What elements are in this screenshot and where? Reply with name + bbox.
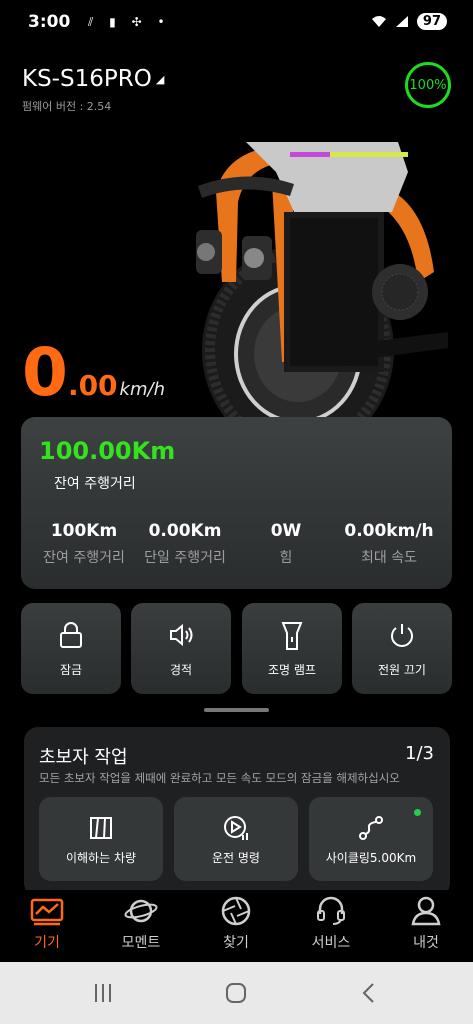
stat-value: 100Km bbox=[50, 521, 118, 541]
route-icon bbox=[359, 816, 383, 840]
planet-icon bbox=[124, 899, 158, 923]
stat-label: 최대 속도 bbox=[361, 550, 417, 566]
stat-max-speed: 0.00km/h 최대 속도 bbox=[333, 521, 445, 567]
nav-label: 내것 bbox=[413, 935, 439, 951]
new-indicator-dot bbox=[414, 809, 421, 816]
unicycle-image bbox=[196, 142, 448, 454]
remaining-distance-value: 100.00Km bbox=[39, 437, 176, 465]
signal-icon bbox=[395, 16, 408, 27]
flashlight-icon bbox=[281, 622, 303, 650]
nav-label: 서비스 bbox=[311, 935, 351, 951]
nav-discover[interactable]: 찾기 bbox=[201, 896, 271, 952]
stat-value: 0.00Km bbox=[148, 521, 222, 541]
power-icon bbox=[391, 624, 413, 647]
task-label: 사이클링5.00Km bbox=[325, 851, 417, 865]
wifi-icon bbox=[371, 16, 386, 27]
speed-readout: 0.00 km/h bbox=[22, 340, 165, 406]
horn-icon bbox=[170, 623, 193, 647]
speed-unit: km/h bbox=[119, 379, 165, 400]
stats-card: 100.00Km 잔여 주행거리 100Km 잔여 주행거리 0.00Km 단일… bbox=[21, 417, 452, 589]
nav-moments[interactable]: 모멘트 bbox=[106, 896, 176, 952]
device-selector[interactable]: KS-S16PRO ◢ bbox=[22, 66, 164, 92]
profile-icon bbox=[411, 896, 441, 926]
device-icon bbox=[30, 898, 64, 926]
bottom-nav: 기기 모멘트 찾기 서비스 내것 bbox=[0, 890, 473, 962]
notification-icons: ⫽ ▮ ✣ • bbox=[88, 15, 171, 29]
power-off-label: 전원 끄기 bbox=[378, 663, 426, 677]
stat-power: 0W 힘 bbox=[231, 521, 341, 567]
vehicle-icon bbox=[90, 817, 112, 839]
lock-label: 잠금 bbox=[59, 663, 83, 677]
tasks-progress: 1/3 bbox=[405, 743, 434, 764]
nav-label: 찾기 bbox=[223, 935, 249, 951]
remaining-distance-label: 잔여 주행거리 bbox=[54, 476, 136, 492]
battery-percent: 100% bbox=[409, 77, 447, 93]
task-label: 이해하는 차량 bbox=[65, 851, 137, 865]
home-icon[interactable] bbox=[221, 980, 251, 1006]
beginner-tasks-panel: 초보자 작업 1/3 모든 초보자 작업을 제때에 완료하고 모든 속도 모드의… bbox=[24, 727, 450, 897]
speed-integer: 0 bbox=[22, 334, 68, 411]
play-icon bbox=[224, 816, 248, 840]
nav-service[interactable]: 서비스 bbox=[296, 896, 366, 952]
recent-apps-icon[interactable] bbox=[88, 980, 118, 1006]
stat-label: 힘 bbox=[279, 550, 293, 566]
system-nav-bar bbox=[0, 962, 473, 1024]
task-label: 운전 명령 bbox=[212, 851, 260, 865]
stat-remaining: 100Km 잔여 주행거리 bbox=[29, 521, 139, 567]
drag-handle[interactable] bbox=[204, 708, 269, 712]
device-name: KS-S16PRO bbox=[22, 66, 152, 92]
task-cycling[interactable]: 사이클링5.00Km bbox=[309, 797, 433, 881]
horn-label: 경적 bbox=[169, 663, 193, 677]
stat-label: 잔여 주행거리 bbox=[43, 550, 125, 566]
tasks-description: 모든 초보자 작업을 제때에 완료하고 모든 속도 모드의 잠금을 해제하십시오 bbox=[39, 771, 400, 785]
nav-label: 모멘트 bbox=[121, 935, 161, 951]
nav-mine[interactable]: 내것 bbox=[391, 896, 461, 952]
status-bar: 3:00 ⫽ ▮ ✣ • 97 bbox=[0, 0, 473, 46]
battery-indicator: 100% bbox=[405, 62, 451, 108]
stat-label: 단일 주행거리 bbox=[144, 550, 226, 566]
task-understand-vehicle[interactable]: 이해하는 차량 bbox=[39, 797, 163, 881]
tasks-title: 초보자 작업 bbox=[39, 747, 128, 768]
stat-value: 0.00km/h bbox=[344, 521, 434, 541]
nav-label: 기기 bbox=[34, 935, 60, 951]
speed-decimal: .00 bbox=[67, 369, 118, 402]
battery-badge: 97 bbox=[416, 13, 447, 30]
firmware-version: 펌웨어 버전 : 2.54 bbox=[22, 100, 112, 113]
nav-device[interactable]: 기기 bbox=[12, 896, 82, 952]
back-icon[interactable] bbox=[354, 980, 384, 1006]
dropdown-caret-icon: ◢ bbox=[155, 73, 165, 86]
status-time: 3:00 bbox=[28, 12, 71, 32]
stat-value: 0W bbox=[270, 521, 302, 541]
lamp-label: 조명 램프 bbox=[268, 663, 316, 677]
aperture-icon bbox=[221, 896, 251, 926]
status-right: 97 bbox=[371, 13, 447, 30]
power-off-button[interactable]: 전원 끄기 bbox=[352, 603, 452, 694]
stat-trip: 0.00Km 단일 주행거리 bbox=[130, 521, 240, 567]
lock-icon bbox=[60, 622, 82, 648]
lock-button[interactable]: 잠금 bbox=[21, 603, 121, 694]
task-driving-commands[interactable]: 운전 명령 bbox=[174, 797, 298, 881]
headset-icon bbox=[317, 896, 345, 925]
lamp-button[interactable]: 조명 램프 bbox=[242, 603, 342, 694]
horn-button[interactable]: 경적 bbox=[131, 603, 231, 694]
